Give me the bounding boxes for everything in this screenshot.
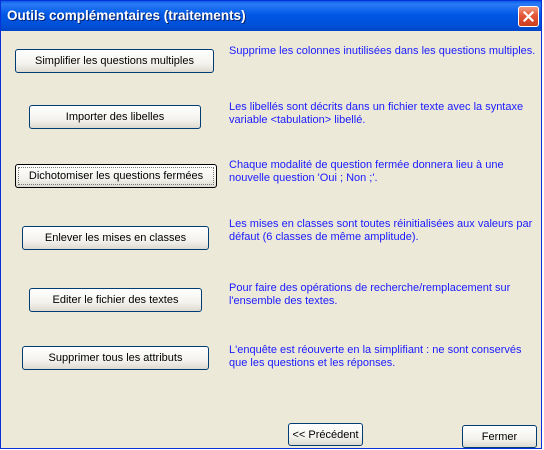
dialog-window: Outils complémentaires (traitements) Sim… <box>0 0 542 449</box>
button-label: Enlever les mises en classes <box>44 232 187 244</box>
button-label: Fermer <box>481 430 518 443</box>
button-label: Simplifier les questions multiples <box>35 55 194 67</box>
dichotomize-closed-questions-description: Chaque modalité de question fermée donne… <box>229 159 504 184</box>
title-bar[interactable]: Outils complémentaires (traitements) <box>1 1 541 31</box>
remove-classes-description: Les mises en classes sont toutes réiniti… <box>229 218 533 243</box>
simplify-multiple-questions-description: Supprime les colonnes inutilisées dans l… <box>229 45 536 57</box>
previous-button[interactable]: << Précédent <box>288 423 363 446</box>
button-label: Dichotomiser les questions fermées <box>28 170 204 182</box>
edit-texts-file-button[interactable]: Editer le fichier des textes <box>29 288 202 312</box>
delete-all-attributes-button[interactable]: Supprimer tous les attributs <box>22 346 209 370</box>
edit-texts-file-description: Pour faire des opérations de recherche/r… <box>229 282 511 307</box>
window-title: Outils complémentaires (traitements) <box>7 8 246 23</box>
button-label: Supprimer tous les attributs <box>48 352 183 364</box>
simplify-multiple-questions-button[interactable]: Simplifier les questions multiples <box>15 49 214 73</box>
close-window-button[interactable] <box>518 6 539 27</box>
button-label: << Précédent <box>292 428 359 441</box>
button-label: Editer le fichier des textes <box>52 294 179 306</box>
remove-classes-button[interactable]: Enlever les mises en classes <box>22 226 209 250</box>
button-label: Importer des libelles <box>65 111 165 123</box>
import-labels-button[interactable]: Importer des libelles <box>29 105 201 129</box>
dichotomize-closed-questions-button[interactable]: Dichotomiser les questions fermées <box>15 164 217 188</box>
close-button[interactable]: Fermer <box>462 425 537 448</box>
import-labels-description: Les libellés sont décrits dans un fichie… <box>229 101 524 126</box>
close-icon <box>523 11 534 22</box>
delete-all-attributes-description: L'enquête est réouverte en la simplifian… <box>229 344 522 369</box>
